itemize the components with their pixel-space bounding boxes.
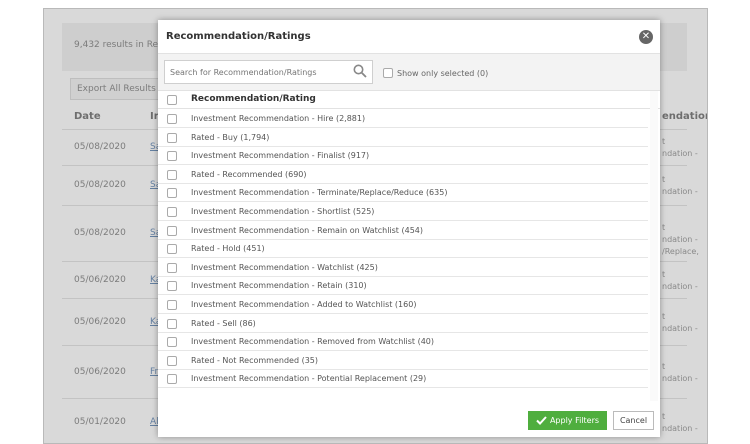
rating-option-checkbox[interactable] <box>167 225 177 236</box>
search-bar: Show only selected (0) <box>158 53 660 91</box>
show-only-selected-label: Show only selected (0) <box>397 68 489 78</box>
rating-option-label: Investment Recommendation - Remain on Wa… <box>191 225 423 235</box>
rating-option[interactable]: Investment Recommendation - Removed from… <box>158 333 648 352</box>
list-header-label: Recommendation/Rating <box>191 94 316 104</box>
apply-filters-button[interactable]: Apply Filters <box>528 411 607 430</box>
rating-option-label: Rated - Sell (86) <box>191 318 256 328</box>
rating-option-checkbox[interactable] <box>167 355 177 366</box>
show-only-selected-toggle[interactable]: Show only selected (0) <box>383 68 488 78</box>
checkmark-icon <box>536 416 547 425</box>
rating-option[interactable]: Rated - Hold (451) <box>158 240 648 259</box>
rating-option[interactable]: Investment Recommendation - Finalist (91… <box>158 147 648 166</box>
rating-option[interactable]: Investment Recommendation - Hire (2,881) <box>158 110 648 128</box>
rating-option-checkbox[interactable] <box>167 300 177 310</box>
rating-option[interactable]: Investment Recommendation - Remain on Wa… <box>158 222 648 240</box>
rating-option-label: Investment Recommendation - Added to Wat… <box>191 300 417 309</box>
rating-option-checkbox[interactable] <box>167 337 177 348</box>
rating-option[interactable]: Investment Recommendation - Potential Re… <box>158 370 648 389</box>
rating-option[interactable]: Rated - Recommended (690) <box>158 166 648 184</box>
rating-option-label: Investment Recommendation - Watchlist (4… <box>191 262 378 272</box>
dialog-title: Recommendation/Ratings <box>166 31 311 42</box>
rating-option[interactable]: Rated - Buy (1,794) <box>158 129 648 147</box>
apply-filters-label: Apply Filters <box>549 416 600 425</box>
rating-option-label: Investment Recommendation - Shortlist (5… <box>191 207 375 216</box>
rating-option-checkbox[interactable] <box>167 207 177 217</box>
rating-option-label: Investment Recommendation - Removed from… <box>191 337 434 347</box>
rating-option-checkbox[interactable] <box>167 374 177 385</box>
rating-option-label: Rated - Recommended (690) <box>191 169 307 179</box>
close-icon[interactable]: ✕ <box>639 30 653 44</box>
rating-option[interactable]: Investment Recommendation - Shortlist (5… <box>158 203 648 221</box>
recommendation-filter-dialog: Recommendation/Ratings ✕ Show only selec… <box>158 20 660 437</box>
rating-option-checkbox[interactable] <box>167 169 177 180</box>
rating-option-label: Rated - Not Recommended (35) <box>191 355 318 365</box>
rating-option-checkbox[interactable] <box>167 132 177 143</box>
select-all-row[interactable]: Recommendation/Rating <box>158 91 660 109</box>
rating-option-label: Investment Recommendation - Retain (310) <box>191 281 367 291</box>
rating-option-checkbox[interactable] <box>167 151 177 162</box>
rating-option-label: Investment Recommendation - Hire (2,881) <box>191 114 366 123</box>
rating-option-checkbox[interactable] <box>167 188 177 199</box>
rating-option[interactable]: Investment Recommendation - Terminate/Re… <box>158 184 648 203</box>
rating-option-label: Rated - Buy (1,794) <box>191 132 270 142</box>
rating-option-checkbox[interactable] <box>167 318 177 329</box>
rating-option-checkbox[interactable] <box>167 114 177 124</box>
cancel-button[interactable]: Cancel <box>613 411 654 430</box>
rating-option[interactable]: Rated - Not Recommended (35) <box>158 352 648 370</box>
rating-option-checkbox[interactable] <box>167 262 177 273</box>
rating-option-checkbox[interactable] <box>167 281 177 292</box>
search-input[interactable] <box>164 60 373 84</box>
rating-option[interactable]: Investment Recommendation - Added to Wat… <box>158 296 648 314</box>
rating-option-label: Investment Recommendation - Potential Re… <box>191 374 427 384</box>
rating-option-label: Investment Recommendation - Terminate/Re… <box>191 188 448 198</box>
show-only-selected-checkbox[interactable] <box>383 68 393 78</box>
search-icon[interactable] <box>353 64 367 78</box>
rating-option-checkbox[interactable] <box>167 244 177 255</box>
rating-option-label: Investment Recommendation - Finalist (91… <box>191 151 370 161</box>
select-all-checkbox[interactable] <box>167 95 177 105</box>
rating-option-label: Rated - Hold (451) <box>191 244 265 254</box>
rating-option[interactable]: Rated - Sell (86) <box>158 315 648 333</box>
rating-option[interactable]: Investment Recommendation - Watchlist (4… <box>158 259 648 277</box>
rating-option[interactable]: Investment Recommendation - Retain (310) <box>158 277 648 296</box>
list-scrollbar[interactable] <box>650 91 658 401</box>
